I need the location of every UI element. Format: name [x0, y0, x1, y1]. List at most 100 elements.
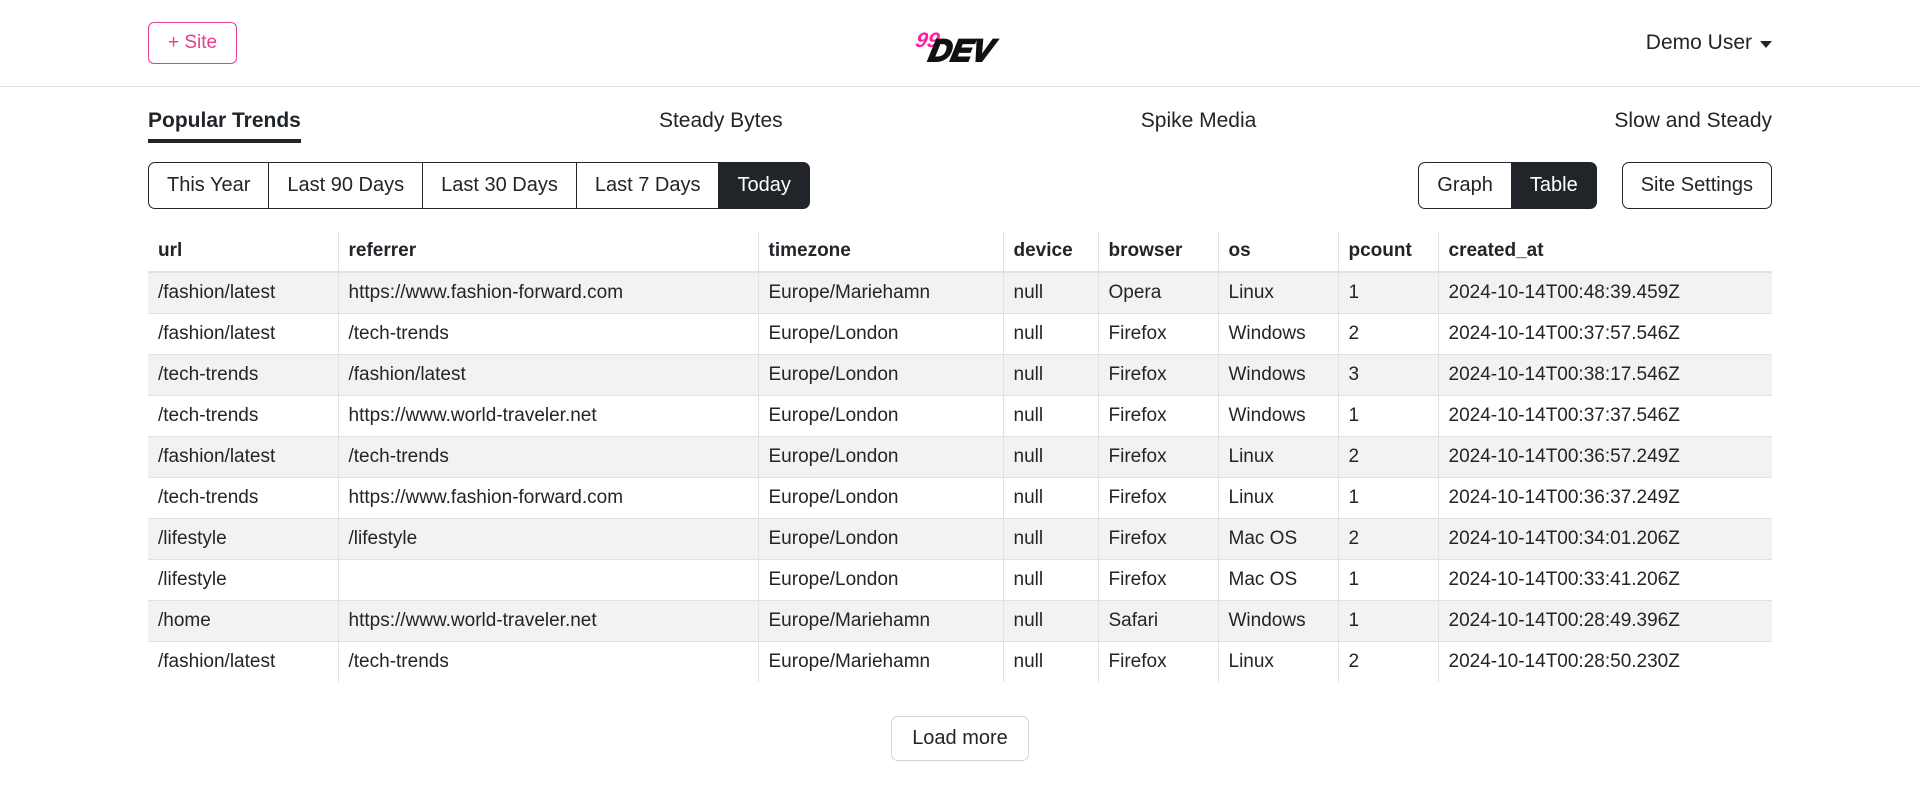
table-row[interactable]: /fashion/latest/tech-trends Europe/London…	[148, 436, 1772, 478]
column-header-created-at[interactable]: created_at	[1438, 231, 1772, 273]
cell-timezone: Europe/Mariehamn	[758, 641, 1004, 682]
table-row[interactable]: /tech-trends https://www.fashion-forward.…	[148, 477, 1772, 519]
site-tab-spike-media[interactable]: Spike Media	[1141, 87, 1257, 144]
column-header-referrer[interactable]: referrer	[338, 231, 759, 273]
table-body: /fashion/latest https://www.fashion-forwa…	[148, 271, 1772, 682]
column-header-timezone[interactable]: timezone	[758, 231, 1004, 273]
analytics-table-wrap: url referrer timezone device browser os …	[0, 209, 1920, 761]
cell-created-at: 2024-10-14T00:37:57.546Z	[1438, 313, 1772, 355]
view-toggle-button-group: Graph Table	[1418, 162, 1597, 209]
cell-referrer: /lifestyle	[338, 518, 759, 560]
site-tab-popular-trends[interactable]: Popular Trends	[148, 87, 301, 144]
table-row[interactable]: /fashion/latest/tech-trends Europe/London…	[148, 313, 1772, 355]
cell-created-at: 2024-10-14T00:38:17.546Z	[1438, 354, 1772, 396]
cell-device: null	[1003, 559, 1099, 601]
cell-os: Linux	[1218, 641, 1339, 682]
view-button-graph[interactable]: Graph	[1418, 162, 1512, 209]
table-row[interactable]: /tech-trends https://www.world-traveler.n…	[148, 395, 1772, 437]
cell-os: Linux	[1218, 271, 1339, 314]
tab-spacer	[301, 87, 659, 144]
column-header-url[interactable]: url	[148, 231, 339, 273]
cell-pcount: 2	[1338, 641, 1439, 682]
column-header-browser[interactable]: browser	[1098, 231, 1219, 273]
cell-os: Linux	[1218, 436, 1339, 478]
column-header-device[interactable]: device	[1003, 231, 1099, 273]
cell-device: null	[1003, 354, 1099, 396]
cell-device: null	[1003, 395, 1099, 437]
cell-browser: Firefox	[1098, 436, 1219, 478]
cell-referrer: https://www.world-traveler.net	[338, 395, 759, 437]
cell-device: null	[1003, 600, 1099, 642]
cell-browser: Firefox	[1098, 354, 1219, 396]
table-row[interactable]: /tech-trends/fashion/latest Europe/London…	[148, 354, 1772, 396]
cell-pcount: 1	[1338, 559, 1439, 601]
table-head: url referrer timezone device browser os …	[148, 231, 1772, 273]
table-row[interactable]: /fashion/latest https://www.fashion-forwa…	[148, 271, 1772, 314]
site-tab-label: Popular Trends	[148, 108, 301, 132]
cell-pcount: 3	[1338, 354, 1439, 396]
cell-referrer: /tech-trends	[338, 641, 759, 682]
cell-url: /tech-trends	[148, 354, 339, 396]
cell-timezone: Europe/London	[758, 559, 1004, 601]
cell-browser: Firefox	[1098, 313, 1219, 355]
cell-pcount: 1	[1338, 271, 1439, 314]
cell-device: null	[1003, 477, 1099, 519]
cell-browser: Safari	[1098, 600, 1219, 642]
cell-created-at: 2024-10-14T00:36:57.249Z	[1438, 436, 1772, 478]
cell-browser: Opera	[1098, 271, 1219, 314]
cell-url: /fashion/latest	[148, 436, 339, 478]
cell-os: Linux	[1218, 477, 1339, 519]
cell-timezone: Europe/London	[758, 436, 1004, 478]
controls-row: This Year Last 90 Days Last 30 Days Last…	[0, 144, 1920, 209]
top-bar: + Site 99 DEV Demo User	[0, 0, 1920, 86]
range-button-last-30-days[interactable]: Last 30 Days	[423, 162, 577, 209]
cell-referrer: /tech-trends	[338, 313, 759, 355]
range-button-last-90-days[interactable]: Last 90 Days	[269, 162, 424, 209]
cell-os: Mac OS	[1218, 559, 1339, 601]
range-button-last-7-days[interactable]: Last 7 Days	[576, 162, 720, 209]
cell-browser: Firefox	[1098, 518, 1219, 560]
tab-spacer	[1256, 87, 1614, 144]
cell-url: /lifestyle	[148, 559, 339, 601]
table-row[interactable]: /lifestyle/lifestyle Europe/London null Fir…	[148, 518, 1772, 560]
cell-created-at: 2024-10-14T00:34:01.206Z	[1438, 518, 1772, 560]
cell-pcount: 2	[1338, 436, 1439, 478]
cell-referrer	[338, 559, 759, 601]
cell-url: /lifestyle	[148, 518, 339, 560]
view-button-table[interactable]: Table	[1511, 162, 1597, 209]
table-header-row: url referrer timezone device browser os …	[148, 231, 1772, 273]
cell-os: Windows	[1218, 354, 1339, 396]
table-row[interactable]: /lifestyle Europe/London null Firefox Mac OS…	[148, 559, 1772, 601]
add-site-button[interactable]: + Site	[148, 21, 238, 65]
user-menu[interactable]: Demo User	[1646, 31, 1772, 55]
table-row[interactable]: /fashion/latest/tech-trends Europe/Marieh…	[148, 641, 1772, 682]
cell-os: Windows	[1218, 395, 1339, 437]
range-button-today[interactable]: Today	[719, 162, 810, 209]
cell-url: /home	[148, 600, 339, 642]
table-row[interactable]: /home https://www.world-traveler.net Europ…	[148, 600, 1772, 642]
cell-referrer: /tech-trends	[338, 436, 759, 478]
cell-device: null	[1003, 641, 1099, 682]
load-more-button[interactable]: Load more	[891, 716, 1029, 761]
column-header-pcount[interactable]: pcount	[1338, 231, 1439, 273]
cell-os: Windows	[1218, 600, 1339, 642]
cell-timezone: Europe/Mariehamn	[758, 271, 1004, 314]
date-range-button-group: This Year Last 90 Days Last 30 Days Last…	[148, 162, 810, 209]
site-tab-steady-bytes[interactable]: Steady Bytes	[659, 87, 783, 144]
cell-url: /fashion/latest	[148, 313, 339, 355]
cell-timezone: Europe/London	[758, 518, 1004, 560]
cell-timezone: Europe/London	[758, 354, 1004, 396]
site-settings-button[interactable]: Site Settings	[1621, 162, 1772, 209]
column-header-os[interactable]: os	[1218, 231, 1339, 273]
site-tabs: Popular Trends Steady Bytes Spike Media …	[0, 86, 1920, 144]
cell-pcount: 1	[1338, 477, 1439, 519]
logo-99dev-icon: 99 DEV	[913, 29, 1001, 65]
site-tab-slow-and-steady[interactable]: Slow and Steady	[1614, 87, 1772, 144]
user-menu-label: Demo User	[1645, 31, 1752, 54]
app-logo: 99 DEV	[906, 21, 1014, 65]
cell-created-at: 2024-10-14T00:33:41.206Z	[1438, 559, 1772, 601]
cell-timezone: Europe/London	[758, 313, 1004, 355]
cell-timezone: Europe/London	[758, 477, 1004, 519]
cell-pcount: 2	[1338, 518, 1439, 560]
range-button-this-year[interactable]: This Year	[148, 162, 270, 209]
